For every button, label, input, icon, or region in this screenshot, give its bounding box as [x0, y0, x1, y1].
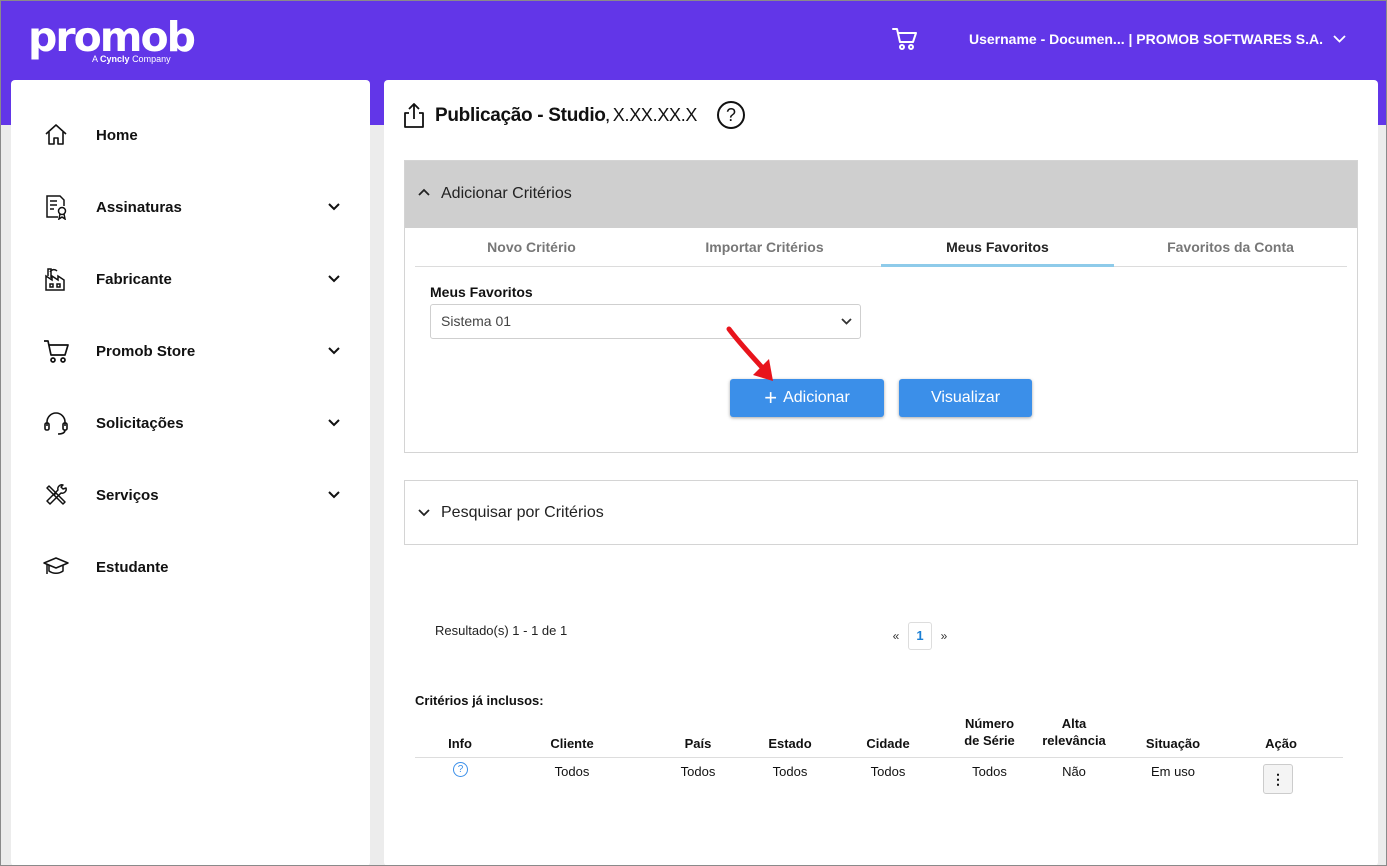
chevron-up-icon: [418, 188, 430, 196]
chevron-down-icon: [328, 275, 340, 283]
sidebar-item-label: Home: [96, 126, 138, 144]
cell-estado: Todos: [772, 764, 808, 779]
sidebar-item-label: Solicitações: [96, 414, 184, 432]
cell-pais: Todos: [680, 764, 716, 779]
chevron-down-icon: [328, 419, 340, 427]
column-header-cidade: Cidade: [866, 736, 910, 751]
favorites-label: Meus Favoritos: [430, 284, 533, 300]
criteria-tabs: Novo Critério Importar Critérios Meus Fa…: [415, 228, 1347, 267]
chevron-down-icon: [328, 203, 340, 211]
user-account-label: Username - Documen... | PROMOB SOFTWARES…: [969, 31, 1323, 47]
user-account-menu[interactable]: Username - Documen... | PROMOB SOFTWARES…: [969, 31, 1346, 47]
page-version: X.XX.XX.X: [612, 105, 698, 125]
cart-icon: [44, 340, 69, 363]
search-criteria-panel[interactable]: Pesquisar por Critérios: [404, 480, 1358, 545]
sidebar-item-estudante[interactable]: Estudante: [11, 537, 370, 597]
criteria-section-title: Critérios já inclusos:: [415, 693, 544, 708]
column-header-pais: País: [684, 736, 712, 751]
column-header-acao: Ação: [1265, 736, 1297, 751]
chevron-down-icon: [328, 347, 340, 355]
pagination-page[interactable]: 1: [908, 622, 932, 650]
logo-tagline: A Cyncly Company: [92, 54, 171, 64]
chevron-down-icon: [328, 491, 340, 499]
pagination-next[interactable]: »: [938, 629, 950, 643]
row-actions-button[interactable]: ⋮: [1263, 764, 1293, 794]
search-criteria-title: Pesquisar por Critérios: [441, 504, 604, 521]
promob-logo[interactable]: promob A Cyncly Company: [28, 14, 196, 64]
tab-favoritos-da-conta[interactable]: Favoritos da Conta: [1114, 228, 1347, 267]
view-button-label: Visualizar: [930, 389, 1001, 406]
factory-icon: [45, 268, 65, 291]
favorites-select[interactable]: Sistema 01: [430, 304, 861, 339]
add-button-label: Adicionar: [783, 389, 850, 406]
add-criteria-header[interactable]: Adicionar Critérios: [405, 161, 1357, 228]
column-header-alta-relevancia: Alta relevância: [1042, 716, 1106, 748]
cell-numero-serie: Todos: [972, 764, 1007, 779]
column-header-info: Info: [448, 736, 472, 751]
sidebar-item-label: Assinaturas: [96, 198, 182, 216]
pointer-arrow-icon: [726, 326, 773, 381]
sidebar-item-solicitacoes[interactable]: Solicitações: [11, 393, 370, 453]
cell-situacao: Em uso: [1150, 764, 1196, 779]
tab-importar-criterios[interactable]: Importar Critérios: [648, 228, 881, 267]
help-icon[interactable]: ?: [717, 101, 745, 129]
sidebar-item-fabricante[interactable]: Fabricante: [11, 249, 370, 309]
sidebar-item-promob-store[interactable]: Promob Store: [11, 321, 370, 381]
info-icon[interactable]: ?: [453, 762, 468, 777]
plus-icon: +: [764, 385, 778, 410]
column-header-situacao: Situação: [1145, 736, 1201, 751]
pagination: « 1 »: [884, 622, 956, 650]
sidebar-item-servicos[interactable]: Serviços: [11, 465, 370, 525]
chevron-down-icon: [418, 509, 430, 517]
graduation-cap-icon: [43, 557, 69, 574]
view-button[interactable]: Visualizar: [899, 379, 1032, 417]
tab-novo-criterio[interactable]: Novo Critério: [415, 228, 648, 267]
sidebar-item-label: Serviços: [96, 486, 159, 504]
tab-meus-favoritos[interactable]: Meus Favoritos: [881, 228, 1114, 267]
table-divider: [415, 757, 1343, 758]
sidebar-item-label: Estudante: [96, 558, 169, 576]
page-title: Publicação - Studio, X.XX.XX.X: [435, 105, 698, 126]
sidebar-item-label: Promob Store: [96, 342, 196, 360]
column-header-estado: Estado: [768, 736, 812, 751]
add-criteria-title: Adicionar Critérios: [441, 185, 572, 202]
favorites-select-value: Sistema 01: [441, 313, 512, 329]
column-header-cliente: Cliente: [550, 736, 594, 751]
results-summary: Resultado(s) 1 - 1 de 1: [435, 623, 568, 638]
chevron-down-icon: [841, 318, 852, 325]
subscription-icon: [46, 195, 67, 220]
sidebar-item-assinaturas[interactable]: Assinaturas: [11, 177, 370, 237]
cart-icon[interactable]: [892, 27, 918, 51]
sidebar: Home Assinaturas Fabricante Promob Store…: [11, 80, 370, 866]
headset-icon: [44, 412, 68, 435]
chevron-down-icon: [1333, 35, 1346, 43]
cell-alta-relevancia: Não: [1062, 764, 1086, 779]
cell-cidade: Todos: [870, 764, 906, 779]
main-content: Publicação - Studio, X.XX.XX.X ? Adicion…: [384, 80, 1378, 866]
add-criteria-panel: Adicionar Critérios Novo Critério Import…: [404, 160, 1358, 453]
column-header-numero-serie: Número de Série: [964, 716, 1015, 748]
tools-icon: [46, 484, 67, 505]
sidebar-item-home[interactable]: Home: [11, 105, 370, 165]
sidebar-item-label: Fabricante: [96, 270, 172, 288]
share-icon: [404, 103, 424, 128]
cell-cliente: Todos: [554, 764, 590, 779]
home-icon: [45, 124, 67, 145]
pagination-prev[interactable]: «: [890, 629, 902, 643]
